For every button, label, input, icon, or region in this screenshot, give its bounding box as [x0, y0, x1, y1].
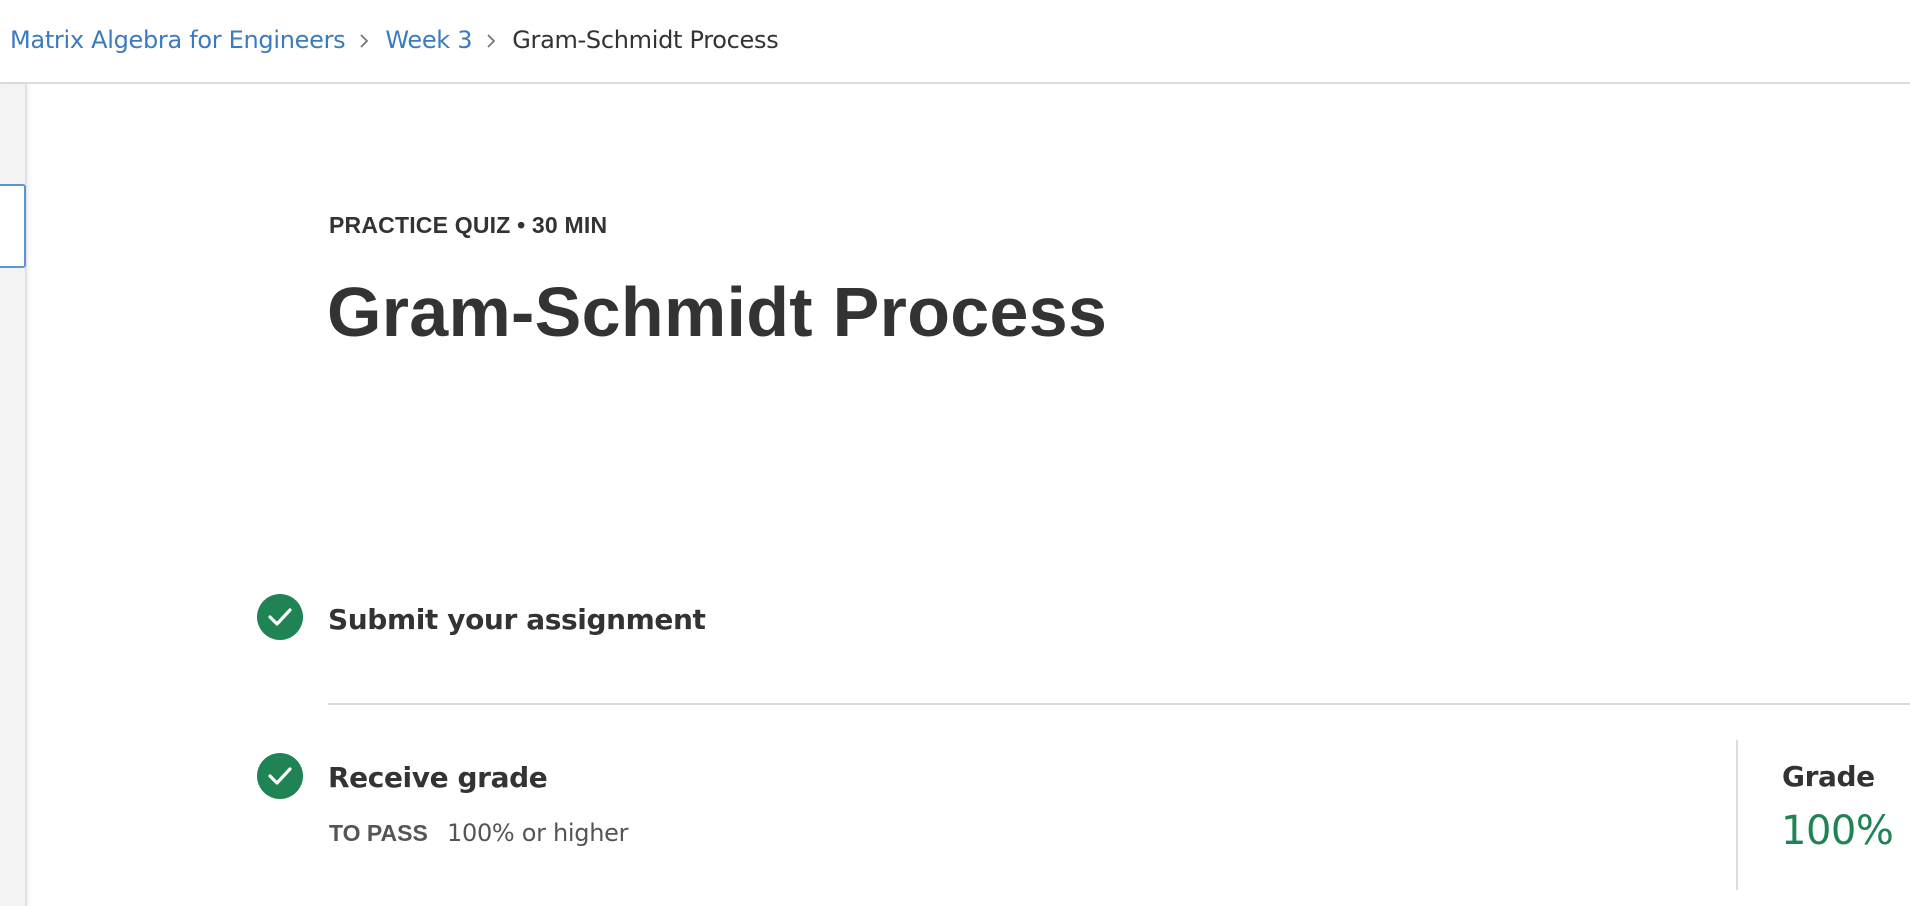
chevron-right-icon [472, 22, 512, 58]
grade-label: Grade [1782, 760, 1875, 793]
top-navigation-bar: Matrix Algebra for Engineers Week 3 Gram… [0, 0, 1910, 84]
step-submit-assignment-title: Submit your assignment [328, 603, 706, 636]
breadcrumb-week-link[interactable]: Week 3 [385, 26, 472, 54]
breadcrumb: Matrix Algebra for Engineers Week 3 Gram… [10, 22, 779, 58]
collapsed-sidebar [0, 84, 27, 906]
chevron-right-icon [345, 22, 385, 58]
grade-divider [1736, 740, 1738, 890]
check-circle-icon [257, 594, 303, 640]
step-receive-grade-title: Receive grade [328, 761, 548, 794]
grade-value: 100% [1781, 808, 1894, 854]
to-pass-label: TO PASS [329, 820, 428, 846]
page-title: Gram-Schmidt Process [327, 273, 1108, 351]
to-pass-value: 100% or higher [447, 819, 629, 847]
breadcrumb-current-page: Gram-Schmidt Process [512, 26, 779, 54]
check-circle-icon [257, 753, 303, 799]
sidebar-toggle-tab[interactable] [0, 184, 26, 268]
section-divider [328, 703, 1910, 705]
quiz-type-duration: PRACTICE QUIZ • 30 MIN [329, 212, 608, 238]
breadcrumb-course-link[interactable]: Matrix Algebra for Engineers [10, 26, 346, 54]
